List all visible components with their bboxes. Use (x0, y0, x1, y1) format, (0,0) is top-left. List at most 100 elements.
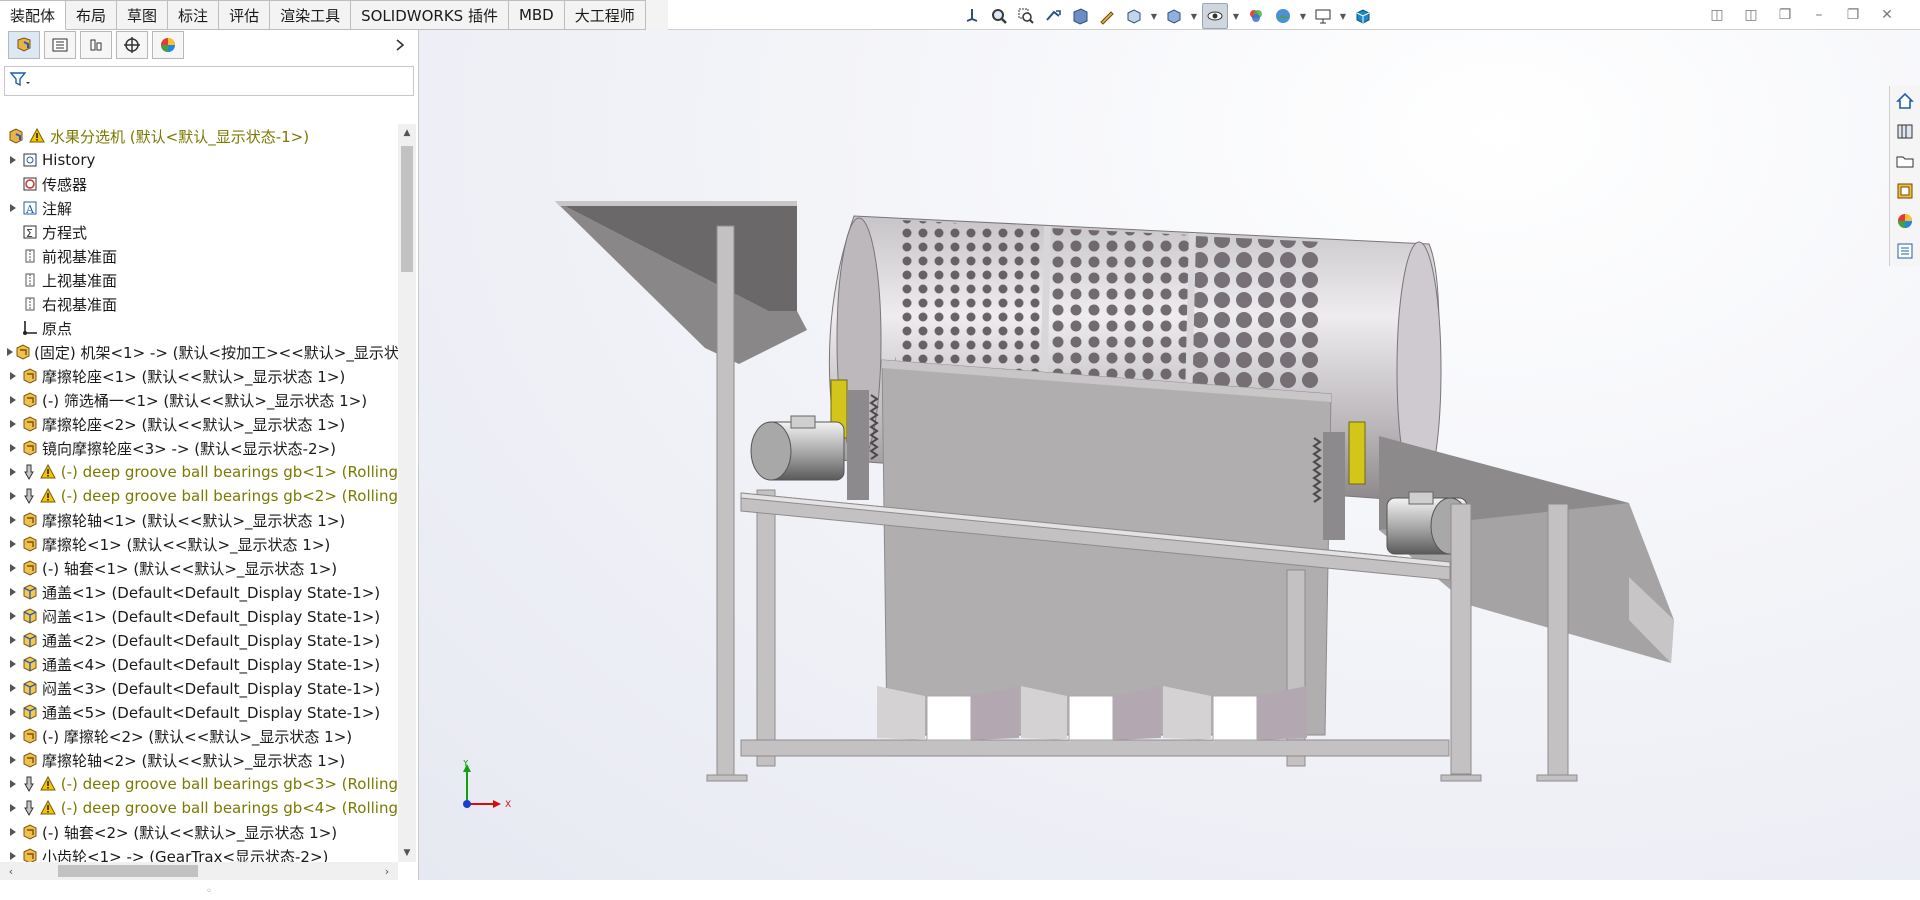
expand-arrow-icon[interactable] (6, 556, 20, 580)
command-tab[interactable]: MBD (508, 0, 565, 30)
apply-scene-icon[interactable] (1271, 4, 1295, 28)
expand-arrow-icon[interactable] (6, 604, 20, 628)
previous-view-icon[interactable] (1041, 4, 1065, 28)
tree-node[interactable]: 通盖<1> (Default<Default_Display State-1>) (0, 580, 398, 604)
tree-node[interactable]: 前视基准面 (0, 244, 398, 268)
tree-node[interactable]: (-) deep groove ball bearings gb<4> (Rol… (0, 796, 398, 820)
command-tab[interactable]: 大工程师 (564, 0, 646, 30)
tree-node[interactable]: Σ 方程式 (0, 220, 398, 244)
expand-arrow-icon[interactable] (6, 748, 20, 772)
tree-node[interactable]: 传感器 (0, 172, 398, 196)
expand-arrow-icon[interactable] (6, 196, 20, 220)
chevron-down-icon[interactable]: ▼ (1189, 4, 1199, 28)
expand-arrow-icon[interactable] (6, 796, 19, 820)
tree-node[interactable]: (-) 筛选桶一<1> (默认<<默认>_显示状态 1>) (0, 388, 398, 412)
tree-node[interactable]: 原点 (0, 316, 398, 340)
tree-node[interactable]: 镜向摩擦轮座<3> -> (默认<显示状态-2>) (0, 436, 398, 460)
tree-node[interactable]: 闷盖<3> (Default<Default_Display State-1>) (0, 676, 398, 700)
view-settings-icon[interactable] (1311, 4, 1335, 28)
restore-icon[interactable]: ❐ (1772, 4, 1798, 26)
display-manager-tab[interactable] (152, 31, 184, 59)
design-library-icon[interactable] (1893, 118, 1917, 144)
tree-node[interactable]: 摩擦轮座<1> (默认<<默认>_显示状态 1>) (0, 364, 398, 388)
tile-right-icon[interactable]: ◫ (1738, 4, 1764, 26)
expand-arrow-icon[interactable] (6, 460, 19, 484)
scroll-right-icon[interactable]: › (378, 862, 396, 880)
expand-arrow-icon[interactable] (6, 364, 20, 388)
chevron-down-icon[interactable]: ▼ (1298, 4, 1308, 28)
display-style-icon[interactable] (1162, 4, 1186, 28)
expand-arrow-icon[interactable] (6, 340, 14, 364)
scroll-up-icon[interactable]: ▲ (398, 124, 416, 142)
expand-arrow-icon[interactable] (6, 820, 20, 844)
expand-arrow-icon[interactable] (6, 388, 20, 412)
view-orientation-icon[interactable] (960, 4, 984, 28)
expand-arrow-icon[interactable] (6, 532, 20, 556)
feature-manager-tab[interactable] (8, 31, 40, 59)
expand-arrow-icon[interactable] (6, 580, 20, 604)
chevron-down-icon[interactable]: ▼ (1149, 4, 1159, 28)
expand-arrow-icon[interactable] (6, 676, 20, 700)
tree-node[interactable]: (-) 轴套<1> (默认<<默认>_显示状态 1>) (0, 556, 398, 580)
expand-arrow-icon[interactable] (6, 412, 20, 436)
property-manager-tab[interactable] (44, 31, 76, 59)
expand-arrow-icon[interactable] (6, 772, 19, 796)
command-tab[interactable]: 渲染工具 (270, 0, 352, 30)
expand-arrow-icon[interactable] (6, 484, 19, 508)
tree-node[interactable]: 闷盖<1> (Default<Default_Display State-1>) (0, 604, 398, 628)
tree-node[interactable]: History (0, 148, 398, 172)
tile-left-icon[interactable]: ◫ (1704, 4, 1730, 26)
panel-resize-grip[interactable]: ◦ (0, 882, 418, 900)
tree-filter-input[interactable] (4, 66, 414, 96)
section-view-icon[interactable] (1068, 4, 1092, 28)
command-tab[interactable]: 标注 (168, 0, 220, 30)
hide-show-items-icon[interactable] (1202, 3, 1228, 29)
expand-arrow-icon[interactable] (6, 844, 20, 862)
tree-node[interactable]: (-) deep groove ball bearings gb<2> (Rol… (0, 484, 398, 508)
restore-down-icon[interactable]: ❐ (1840, 4, 1866, 26)
tree-node[interactable]: 通盖<5> (Default<Default_Display State-1>) (0, 700, 398, 724)
scroll-down-icon[interactable]: ▼ (398, 844, 416, 862)
scroll-thumb[interactable] (58, 865, 198, 877)
tree-root[interactable]: 水果分选机 (默认<默认_显示状态-1>) (0, 124, 398, 148)
tree-node[interactable]: 通盖<4> (Default<Default_Display State-1>) (0, 652, 398, 676)
command-tab[interactable]: 装配体 (0, 0, 67, 30)
tree-node[interactable]: 摩擦轮轴<1> (默认<<默认>_显示状态 1>) (0, 508, 398, 532)
tree-node[interactable]: 上视基准面 (0, 268, 398, 292)
command-tab[interactable]: SOLIDWORKS 插件 (351, 0, 509, 30)
tree-node[interactable]: 摩擦轮座<2> (默认<<默认>_显示状态 1>) (0, 412, 398, 436)
command-tab[interactable]: 布局 (66, 0, 118, 30)
appearances-icon[interactable] (1893, 208, 1917, 234)
graphics-area[interactable]: Y X (419, 30, 1920, 880)
command-tab[interactable]: 草图 (117, 0, 169, 30)
file-explorer-icon[interactable] (1893, 148, 1917, 174)
tree-node[interactable]: (-) deep groove ball bearings gb<3> (Rol… (0, 772, 398, 796)
dimxpert-manager-tab[interactable] (116, 31, 148, 59)
tree-node[interactable]: 小齿轮<1> -> (GearTrax<显示状态-2>) (0, 844, 398, 862)
tree-node[interactable]: 摩擦轮轴<2> (默认<<默认>_显示状态 1>) (0, 748, 398, 772)
expand-arrow-icon[interactable] (6, 652, 20, 676)
close-icon[interactable]: ✕ (1874, 4, 1900, 26)
chevron-down-icon[interactable]: ▼ (1231, 4, 1241, 28)
tree-horizontal-scrollbar[interactable]: ‹ › (0, 862, 398, 880)
expand-arrow-icon[interactable] (6, 148, 20, 172)
command-tab[interactable]: 评估 (219, 0, 271, 30)
expand-arrow-icon[interactable] (6, 700, 20, 724)
view-orientation-cube-icon[interactable] (1122, 4, 1146, 28)
scroll-thumb[interactable] (401, 146, 413, 272)
tree-node[interactable]: (-) 轴套<2> (默认<<默认>_显示状态 1>) (0, 820, 398, 844)
edit-appearance-icon[interactable] (1244, 4, 1268, 28)
custom-properties-icon[interactable] (1893, 238, 1917, 264)
tree-vertical-scrollbar[interactable]: ▲ ▼ (398, 124, 416, 862)
expand-arrow-icon[interactable] (6, 628, 20, 652)
tree-node[interactable]: A 注解 (0, 196, 398, 220)
view-palette-icon[interactable] (1893, 178, 1917, 204)
expand-arrow-icon[interactable] (6, 436, 20, 460)
tree-node[interactable]: (固定) 机架<1> -> (默认<按加工><<默认>_显示状 (0, 340, 398, 364)
tree-node[interactable]: (-) deep groove ball bearings gb<1> (Rol… (0, 460, 398, 484)
configuration-manager-tab[interactable] (80, 31, 112, 59)
fruit-sorter-model[interactable] (419, 30, 1920, 880)
chevron-down-icon[interactable]: ▼ (1338, 4, 1348, 28)
3d-view-icon[interactable] (1351, 4, 1375, 28)
tree-node[interactable]: 通盖<2> (Default<Default_Display State-1>) (0, 628, 398, 652)
